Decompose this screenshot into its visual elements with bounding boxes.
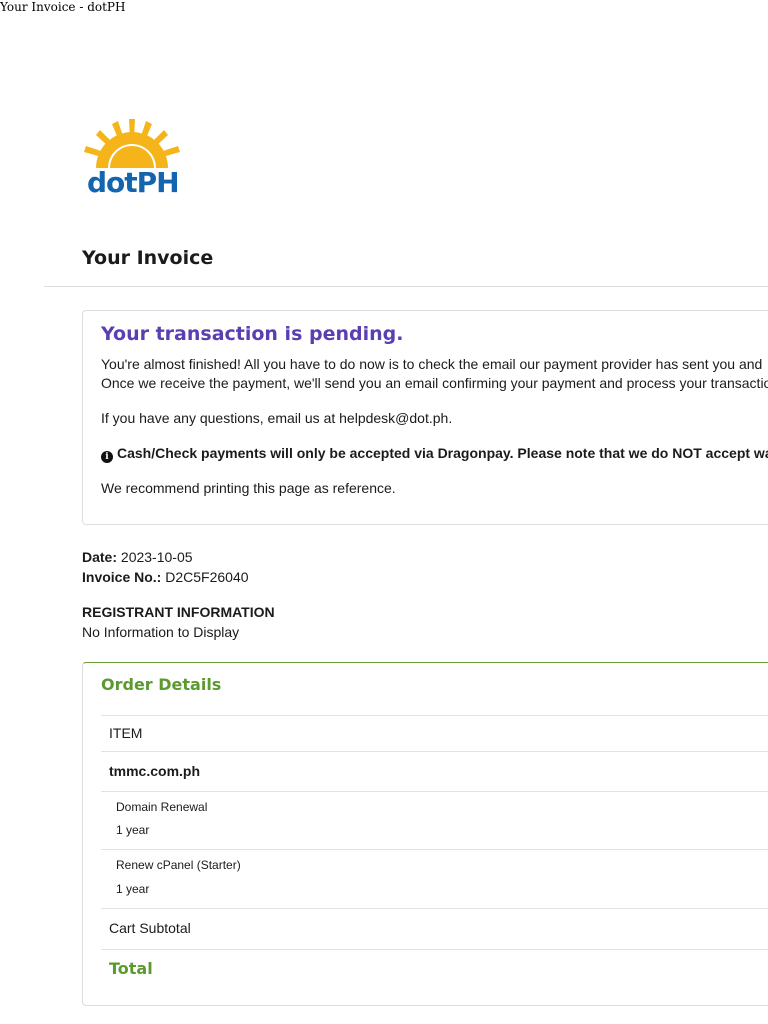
pending-transaction-panel: Your transaction is pending. You're almo… — [82, 310, 768, 525]
dotph-logo[interactable]: dotPH — [82, 118, 182, 202]
date-label: Date: — [82, 549, 118, 565]
pending-message-line-1: You're almost finished! All you have to … — [101, 356, 763, 372]
questions-message: If you have any questions, email us at h… — [101, 410, 453, 426]
table-row: Renew cPanel (Starter) 1 year — [101, 849, 768, 908]
line-item-term: 1 year — [116, 823, 150, 837]
invoice-date: Date: 2023-10-05 — [82, 549, 193, 565]
line-item-name: Renew cPanel (Starter) — [116, 858, 241, 872]
window-title: Your Invoice - dotPH — [0, 0, 126, 14]
date-value: 2023-10-05 — [120, 549, 193, 565]
registrant-heading: REGISTRANT INFORMATION — [82, 604, 275, 620]
subtotal-row: Cart Subtotal — [101, 908, 768, 949]
invoice-number-value: D2C5F26040 — [165, 569, 249, 585]
info-icon: i — [101, 451, 113, 463]
total-label: Total — [109, 959, 153, 978]
domain-name: tmmc.com.ph — [109, 763, 201, 779]
table-row: Domain Renewal 1 year — [101, 791, 768, 849]
print-recommendation: We recommend printing this page as refer… — [101, 480, 396, 496]
payment-notice: i Cash/Check payments will only be accept… — [101, 445, 768, 463]
payment-notice-text: Cash/Check payments will only be accepte… — [117, 445, 768, 461]
invoice-number: Invoice No.: D2C5F26040 — [82, 569, 249, 585]
order-details-title: Order Details — [101, 675, 222, 694]
divider — [44, 286, 768, 287]
logo-text: dotPH — [87, 166, 180, 199]
line-item-term: 1 year — [116, 882, 150, 896]
column-item-header: ITEM — [109, 725, 143, 741]
invoice-number-label: Invoice No.: — [82, 569, 162, 585]
registrant-value: No Information to Display — [82, 624, 240, 640]
table-header-row: ITEM — [101, 715, 768, 751]
pending-title: Your transaction is pending. — [101, 323, 404, 345]
page-title: Your Invoice — [82, 247, 214, 269]
total-row: Total — [101, 949, 768, 1005]
line-item-name: Domain Renewal — [116, 800, 208, 814]
pending-message-line-2: Once we receive the payment, we'll send … — [101, 375, 768, 391]
order-details-panel: Order Details ITEM tmmc.com.ph Domain Re… — [82, 662, 768, 1006]
domain-row: tmmc.com.ph — [101, 751, 768, 791]
subtotal-label: Cart Subtotal — [109, 920, 191, 936]
